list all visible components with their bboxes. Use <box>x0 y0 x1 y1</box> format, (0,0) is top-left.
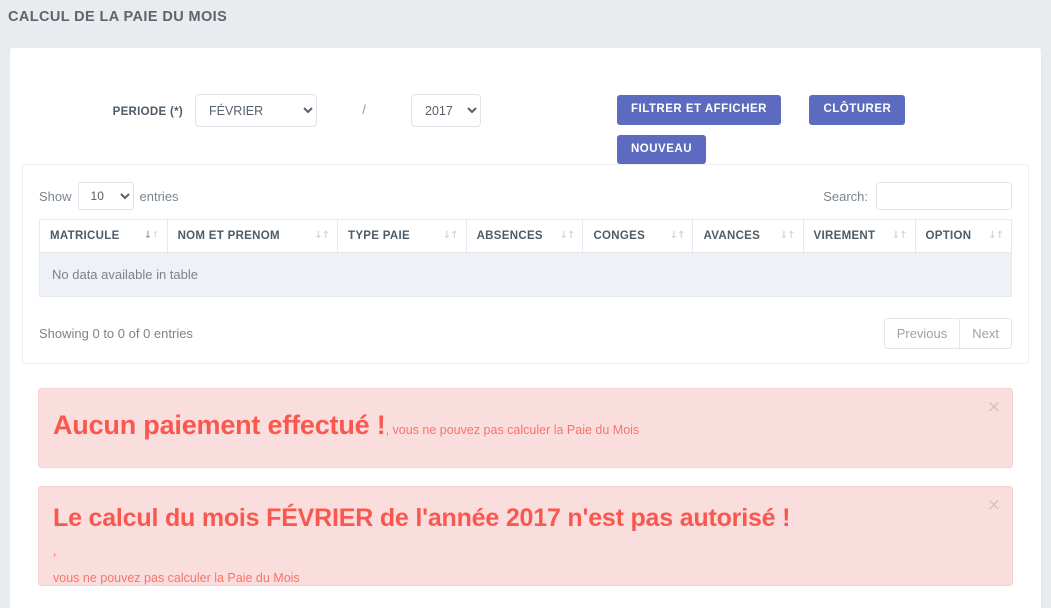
entries-label: entries <box>139 188 179 204</box>
nouveau-button[interactable]: NOUVEAU <box>617 134 707 164</box>
sort-both-icon[interactable]: ↓↑ <box>314 231 330 241</box>
column-header-option[interactable]: OPTION ↓↑ <box>915 219 1013 253</box>
datatable-footer: Showing 0 to 0 of 0 entries Previous Nex… <box>39 317 1012 349</box>
table-empty-row: No data available in table <box>39 252 1012 297</box>
sort-both-icon[interactable]: ↓↑ <box>892 231 908 241</box>
sort-both-icon[interactable]: ↓↑ <box>988 231 1004 241</box>
sort-both-icon[interactable]: ↓↑ <box>443 231 459 241</box>
show-label: Show <box>39 188 72 204</box>
page-title: CALCUL DE LA PAIE DU MOIS <box>8 9 228 25</box>
datatable-panel: Show 102550100 entries Search: MATRICULE… <box>22 164 1029 364</box>
filter-form: PERIODE (*) JANVIERFÉVRIERMARSAVRILMAIJU… <box>10 48 1041 164</box>
table-info: Showing 0 to 0 of 0 entries <box>39 325 193 341</box>
search-label: Search: <box>823 188 868 204</box>
sort-desc-icon[interactable]: ↓↑ <box>144 231 160 241</box>
column-header-label: NOM ET PRENOM <box>177 230 280 242</box>
column-header-matricule[interactable]: MATRICULE ↓↑ <box>39 219 168 253</box>
pagination: Previous Next <box>883 317 1012 349</box>
payroll-table: MATRICULE ↓↑ NOM ET PRENOM ↓↑ TYPE PAIE ↓↑ ABS… <box>39 219 1013 297</box>
sort-both-icon[interactable]: ↓↑ <box>780 231 796 241</box>
pagination-next-button[interactable]: Next <box>960 317 1012 349</box>
search-input[interactable] <box>876 182 1012 210</box>
alerts-container: × Aucun paiement effectué !, vous ne pouv… <box>10 364 1041 586</box>
column-header-conges[interactable]: CONGES ↓↑ <box>582 219 694 253</box>
filtrer-et-afficher-button[interactable]: FILTRER ET AFFICHER <box>617 95 781 125</box>
table-header-row: MATRICULE ↓↑ NOM ET PRENOM ↓↑ TYPE PAIE ↓↑ ABS… <box>39 219 1013 253</box>
length-control: Show 102550100 entries <box>39 182 179 210</box>
periode-label: PERIODE (*) <box>112 106 183 118</box>
year-select[interactable]: 2015201620172018 <box>411 94 481 127</box>
alert-danger: × Aucun paiement effectué !, vous ne pouv… <box>38 388 1013 468</box>
alert-detail: vous ne pouvez pas calculer la Paie du M… <box>53 571 300 586</box>
column-header-type-paie[interactable]: TYPE PAIE ↓↑ <box>337 219 467 253</box>
alert-headline: Aucun paiement effectué ! <box>53 410 386 440</box>
column-header-nom-et-prenom[interactable]: NOM ET PRENOM ↓↑ <box>167 219 339 253</box>
sort-both-icon[interactable]: ↓↑ <box>670 231 686 241</box>
month-select[interactable]: JANVIERFÉVRIERMARSAVRILMAIJUINJUILLETAOÛ… <box>195 94 317 127</box>
entries-length-select[interactable]: 102550100 <box>77 182 134 210</box>
alert-headline-comma: , <box>53 544 57 559</box>
column-header-absences[interactable]: ABSENCES ↓↑ <box>466 219 584 253</box>
column-header-label: AVANCES <box>703 230 761 242</box>
column-header-label: CONGES <box>593 230 646 242</box>
search-control: Search: <box>823 182 1012 210</box>
alert-headline: Le calcul du mois FÉVRIER de l'année 201… <box>53 504 791 532</box>
column-header-label: TYPE PAIE <box>348 230 410 242</box>
column-header-label: ABSENCES <box>476 230 543 242</box>
column-header-virement[interactable]: VIREMENT ↓↑ <box>803 219 916 253</box>
column-header-label: MATRICULE <box>50 230 120 242</box>
table-body: No data available in table <box>39 252 1012 297</box>
alert-detail: , vous ne pouvez pas calculer la Paie du… <box>385 423 640 437</box>
main-card: PERIODE (*) JANVIERFÉVRIERMARSAVRILMAIJU… <box>10 48 1041 608</box>
column-header-avances[interactable]: AVANCES ↓↑ <box>692 219 804 253</box>
datatable-toolbar: Show 102550100 entries Search: <box>39 181 1012 211</box>
alert-danger: × Le calcul du mois FÉVRIER de l'année 20… <box>38 486 1013 586</box>
action-buttons: FILTRER ET AFFICHER CLÔTURER NOUVEAU <box>481 94 906 164</box>
close-icon[interactable]: × <box>987 399 1001 416</box>
close-icon[interactable]: × <box>987 497 1001 514</box>
column-header-label: VIREMENT <box>813 230 876 242</box>
no-data-cell: No data available in table <box>39 252 1012 297</box>
sort-both-icon[interactable]: ↓↑ <box>560 231 576 241</box>
date-separator: / <box>362 102 366 117</box>
cloturer-button[interactable]: CLÔTURER <box>809 95 906 125</box>
page-header: CALCUL DE LA PAIE DU MOIS <box>0 0 1051 32</box>
table-head: MATRICULE ↓↑ NOM ET PRENOM ↓↑ TYPE PAIE ↓↑ ABS… <box>39 219 1013 253</box>
column-header-label: OPTION <box>925 230 972 242</box>
pagination-previous-button[interactable]: Previous <box>883 317 961 349</box>
